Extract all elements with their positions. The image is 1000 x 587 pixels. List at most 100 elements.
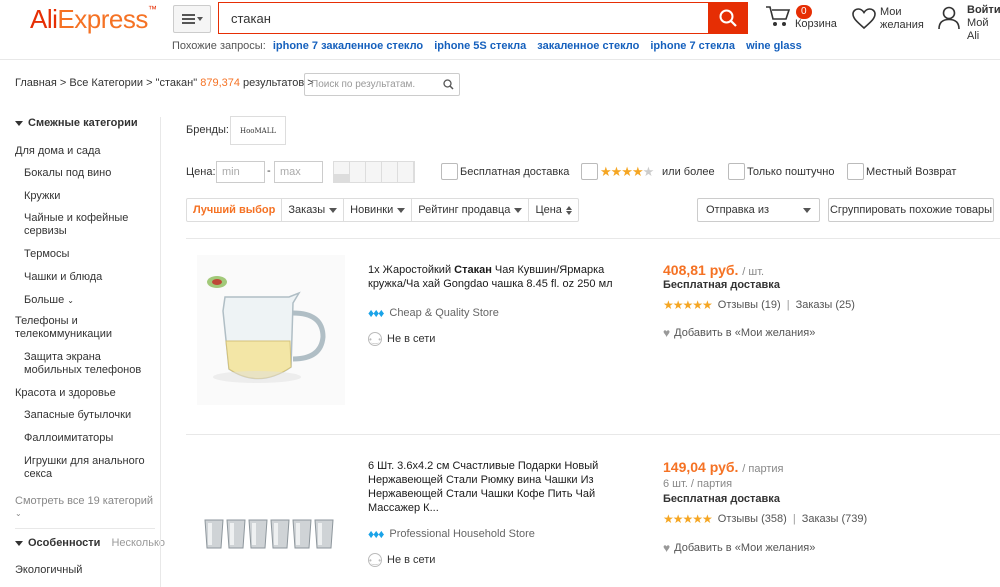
product-title-link[interactable]: 1х Жаростойкий Стакан Чая Кувшин/Ярмарка… [368, 263, 638, 291]
steel-cups-image [197, 452, 345, 587]
ship-from-select[interactable]: Отправка из [697, 198, 820, 222]
free-shipping-label[interactable]: Бесплатная доставка [460, 166, 569, 178]
features-multiple-toggle[interactable]: Несколько [111, 537, 165, 549]
sidebar-divider [15, 528, 155, 529]
product-image[interactable] [197, 452, 345, 587]
search-icon[interactable] [443, 79, 454, 90]
brand-logo-button[interactable]: HooMALL [230, 116, 286, 145]
offline-face-icon: •‿• [368, 332, 382, 346]
user-icon [938, 6, 960, 30]
category-item[interactable]: Термосы [24, 248, 154, 261]
wishlist-label[interactable]: Мои желания [880, 6, 924, 32]
product-rating: ★★★★★ Отзывы (358) | Заказы (739) [663, 512, 868, 526]
search-in-results-input[interactable]: Поиск по результатам. [304, 73, 460, 96]
account-button[interactable] [938, 6, 960, 33]
rating-stars-icon: ★★★★★ [600, 164, 654, 179]
price-unit: / партия [742, 463, 784, 475]
sort-bar: Лучший выбор Заказы Новинки Рейтинг прод… [186, 198, 579, 222]
category-item[interactable]: Красота и здоровье [15, 387, 150, 400]
related-search-link[interactable]: закаленное стекло [537, 40, 639, 52]
reviews-link[interactable]: Отзывы (358) [718, 513, 787, 525]
search-input[interactable]: стакан [218, 2, 708, 34]
caret-down-icon [397, 207, 406, 213]
category-item[interactable]: Защита экрана мобильных телефонов [24, 351, 154, 377]
price-unit: / шт. [742, 266, 765, 278]
diamond-rating-icon: ♦♦♦ [368, 306, 384, 320]
product-price: 149,04 руб. / партия [663, 459, 784, 475]
category-item[interactable]: Кружки [24, 190, 154, 203]
features-header[interactable]: Особенности Несколько [15, 537, 165, 549]
header-divider [0, 59, 1000, 60]
my-ali-link[interactable]: Мой Ali [967, 17, 1000, 43]
logo-text-express: Express [57, 4, 148, 34]
category-item[interactable]: Игрушки для анального секса [24, 455, 154, 481]
sort-best-match[interactable]: Лучший выбор [187, 199, 283, 221]
lot-size: 6 шт. / партия [663, 478, 733, 490]
orders-link[interactable]: Заказы (25) [796, 299, 855, 311]
search-in-results-placeholder: Поиск по результатам. [311, 79, 416, 90]
single-only-checkbox[interactable] [728, 163, 745, 180]
store-link[interactable]: ♦♦♦ Cheap & Quality Store [368, 306, 499, 320]
related-search-link[interactable]: wine glass [746, 40, 802, 52]
caret-down-icon [803, 207, 811, 213]
category-item[interactable]: Бокалы под вино [24, 167, 154, 180]
diamond-rating-icon: ♦♦♦ [368, 527, 384, 541]
account-label[interactable]: Войти Мой Ali [967, 4, 1000, 43]
rating-filter-checkbox[interactable] [581, 163, 598, 180]
free-shipping-text: Бесплатная доставка [663, 279, 780, 291]
orders-link[interactable]: Заказы (739) [802, 513, 868, 525]
feature-item[interactable]: Экологичный [15, 564, 82, 576]
rating-stars-icon: ★★★★★ [663, 512, 713, 526]
add-to-wishlist-link[interactable]: ♥ Добавить в «Мои желания» [663, 326, 815, 340]
category-item[interactable]: Телефоны и телекоммуникации [15, 315, 150, 341]
category-item[interactable]: Фаллоимитаторы [24, 432, 154, 445]
seller-status: •‿• Не в сети [368, 553, 435, 567]
rating-filter-label[interactable]: или более [662, 166, 715, 178]
sort-new[interactable]: Новинки [344, 199, 413, 221]
heart-icon [852, 8, 876, 30]
product-image[interactable] [197, 255, 345, 405]
single-only-label[interactable]: Только поштучно [747, 166, 834, 178]
categories-menu-button[interactable] [173, 5, 211, 33]
sort-seller-rating[interactable]: Рейтинг продавца [412, 199, 530, 221]
local-return-label[interactable]: Местный Возврат [866, 166, 956, 178]
related-search-link[interactable]: iphone 7 закаленное стекло [273, 40, 423, 52]
related-search-link[interactable]: iphone 5S стекла [434, 40, 526, 52]
price-min-input[interactable]: min [216, 161, 265, 183]
results-count: 879,374 [200, 77, 240, 89]
cart-icon [766, 6, 791, 26]
reviews-link[interactable]: Отзывы (19) [718, 299, 781, 311]
sort-price[interactable]: Цена [529, 199, 577, 221]
see-all-categories-link[interactable]: Смотреть все 19 категорий ⌄ [15, 495, 160, 519]
category-item[interactable]: Чайные и кофейные сервизы [24, 212, 154, 238]
category-item[interactable]: Запасные бутылочки [24, 409, 154, 422]
related-searches: Похожие запросы: iphone 7 закаленное сте… [172, 40, 806, 52]
price-max-input[interactable]: max [274, 161, 323, 183]
related-categories-header[interactable]: Смежные категории [15, 117, 160, 129]
chevron-down-icon: ⌄ [67, 296, 74, 305]
aliexpress-logo[interactable]: AliExpress™ [30, 4, 157, 35]
product-title-link[interactable]: 6 Шт. 3.6х4.2 см Счастливые Подарки Новы… [368, 459, 638, 515]
sort-orders[interactable]: Заказы [282, 199, 345, 221]
category-item[interactable]: Для дома и сада [15, 145, 150, 158]
category-more-label: Больше [24, 294, 65, 306]
price-histogram[interactable] [333, 161, 415, 183]
group-similar-button[interactable]: Сгруппировать похожие товары [828, 198, 994, 222]
cart-button[interactable] [765, 4, 791, 31]
free-shipping-checkbox[interactable] [441, 163, 458, 180]
add-to-wishlist-link[interactable]: ♥ Добавить в «Мои желания» [663, 541, 815, 555]
sign-in-link[interactable]: Войти [967, 4, 1000, 17]
heart-icon: ♥ [663, 541, 671, 555]
category-more[interactable]: Больше ⌄ [24, 294, 154, 307]
related-search-link[interactable]: iphone 7 стекла [650, 40, 735, 52]
local-return-checkbox[interactable] [847, 163, 864, 180]
breadcrumb-path[interactable]: Главная > Все Категории > "стакан" [15, 77, 197, 89]
cart-label[interactable]: Корзина [795, 18, 837, 30]
features-title: Особенности [28, 537, 101, 549]
wishlist-button[interactable] [852, 8, 876, 33]
list-divider [186, 238, 1000, 239]
search-button[interactable] [708, 2, 748, 34]
category-item[interactable]: Чашки и блюда [24, 271, 154, 284]
wishlist-label-line1: Мои [880, 6, 902, 18]
store-link[interactable]: ♦♦♦ Professional Household Store [368, 527, 535, 541]
